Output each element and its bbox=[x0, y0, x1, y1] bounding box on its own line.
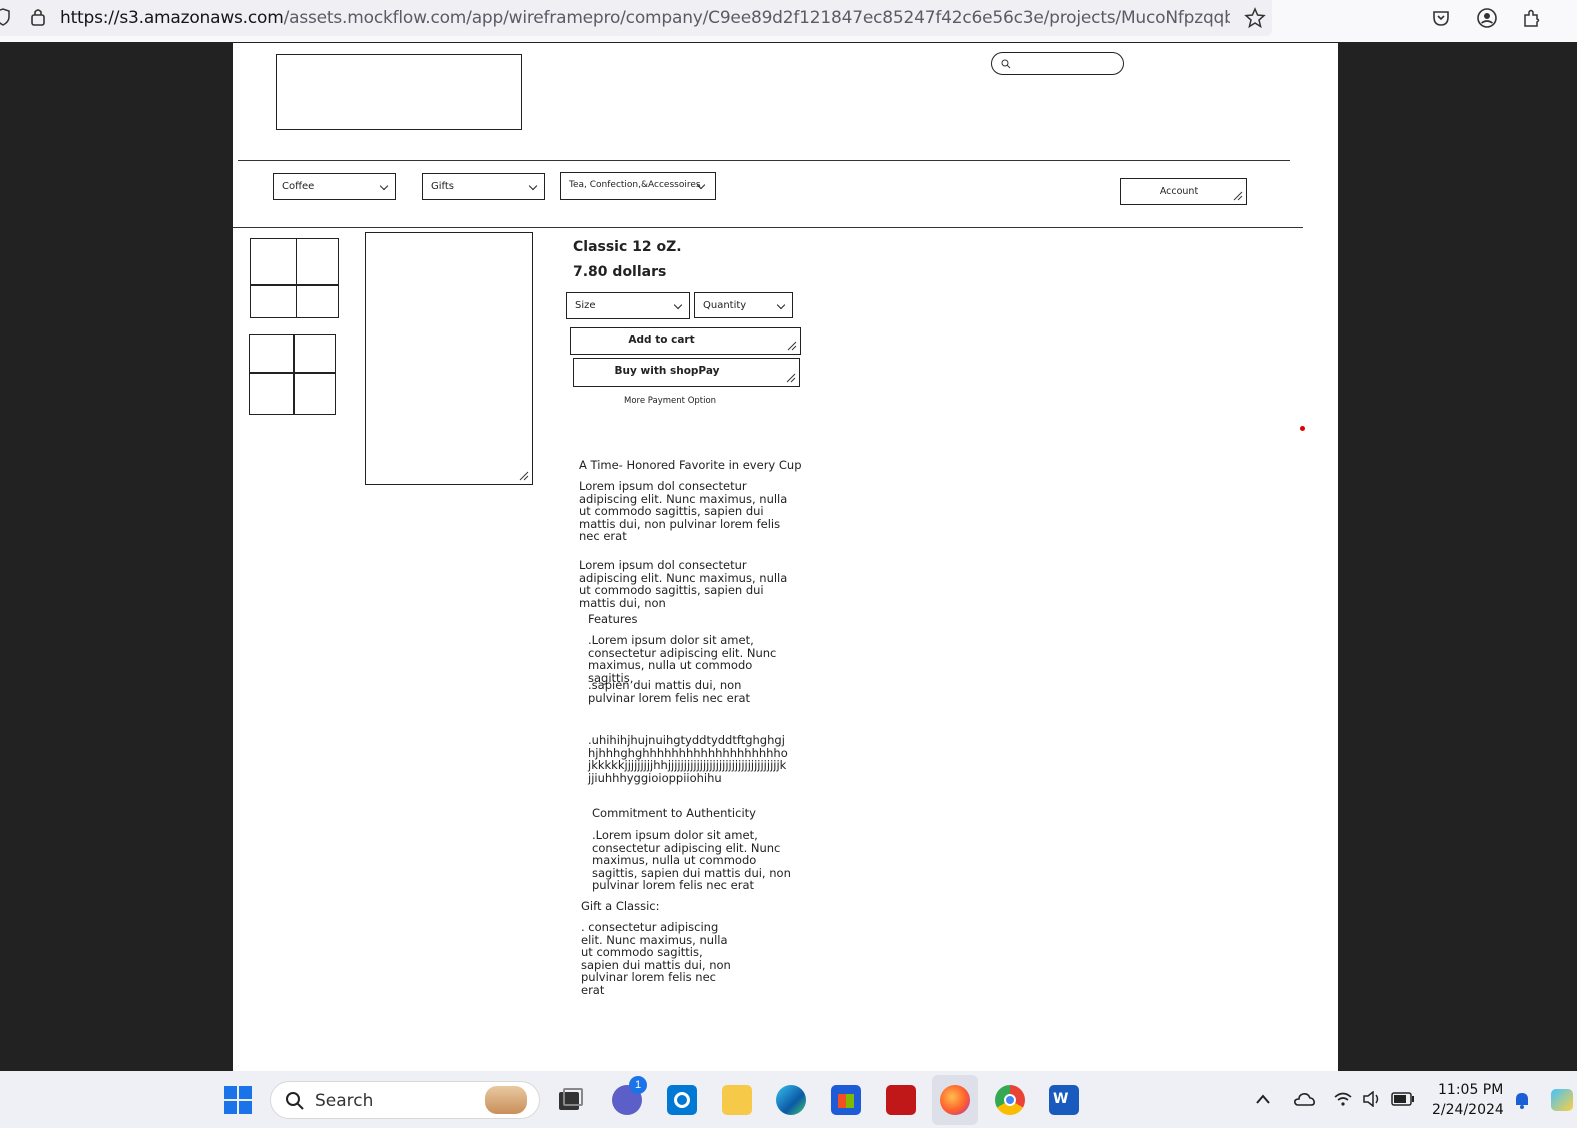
chevron-down-icon bbox=[673, 300, 683, 310]
product-title: Classic 12 oZ. bbox=[573, 239, 682, 255]
quantity-dropdown-label: Quantity bbox=[703, 300, 747, 311]
shield-icon[interactable] bbox=[0, 8, 10, 26]
extensions-icon[interactable] bbox=[1521, 7, 1543, 29]
feature-item: .Lorem ipsum dolor sit amet, consectetur… bbox=[588, 633, 777, 685]
gifts-dropdown[interactable]: Gifts bbox=[422, 173, 545, 200]
buy-with-shoppay-button[interactable]: Buy with shopPay bbox=[573, 358, 800, 387]
account-button[interactable]: Account bbox=[1120, 178, 1247, 205]
add-to-cart-label: Add to cart bbox=[628, 334, 695, 346]
url-text[interactable]: https://s3.amazonaws.com/assets.mockflow… bbox=[60, 8, 1230, 28]
cortana-icon[interactable] bbox=[667, 1085, 697, 1115]
resize-handle-icon bbox=[787, 341, 797, 351]
product-main-image bbox=[365, 232, 533, 485]
chevron-down-icon bbox=[379, 181, 389, 191]
notification-bell-icon[interactable] bbox=[1512, 1090, 1532, 1110]
account-icon[interactable] bbox=[1476, 7, 1498, 29]
feature-item: .sapien dui mattis dui, non pulvinar lor… bbox=[588, 678, 751, 705]
teams-chat-icon[interactable]: 1 bbox=[612, 1076, 647, 1115]
notification-badge: 1 bbox=[629, 1076, 647, 1094]
quantity-dropdown[interactable]: Quantity bbox=[694, 292, 793, 318]
product-thumbnail[interactable] bbox=[250, 238, 339, 318]
description-paragraph: Lorem ipsum dol consectetur adipiscing e… bbox=[579, 479, 788, 543]
clock-date[interactable]: 2/24/2024 bbox=[1432, 1102, 1504, 1118]
features-heading: Features bbox=[588, 612, 638, 626]
description-heading: A Time- Honored Favorite in every Cup bbox=[579, 458, 802, 472]
commitment-text: .Lorem ipsum dolor sit amet, consectetur… bbox=[592, 829, 791, 892]
nav-divider bbox=[233, 227, 1303, 228]
pocket-icon[interactable] bbox=[1431, 8, 1451, 28]
account-button-label: Account bbox=[1159, 186, 1199, 197]
url-path: /assets.mockflow.com/app/wireframepro/co… bbox=[283, 8, 1230, 28]
red-dot-marker bbox=[1300, 426, 1305, 431]
chevron-up-icon[interactable] bbox=[1255, 1093, 1271, 1105]
gift-heading: Gift a Classic: bbox=[581, 899, 660, 913]
product-price: 7.80 dollars bbox=[573, 264, 667, 280]
tea-dropdown[interactable]: Tea, Confection,&Accessoires bbox=[560, 172, 716, 200]
product-thumbnail[interactable] bbox=[249, 334, 336, 415]
volume-icon[interactable] bbox=[1362, 1091, 1382, 1107]
taskbar: Search 1 W 11:05 PM 2/24/2024 bbox=[0, 1071, 1577, 1128]
header-divider bbox=[238, 160, 1290, 161]
search-icon bbox=[1001, 59, 1011, 69]
edge-icon[interactable] bbox=[776, 1085, 806, 1115]
search-highlight-icon bbox=[485, 1086, 527, 1114]
size-dropdown[interactable]: Size bbox=[566, 292, 690, 319]
task-view-icon[interactable] bbox=[556, 1085, 586, 1115]
firefox-icon[interactable] bbox=[940, 1085, 970, 1115]
url-host: https://s3.amazonaws.com bbox=[60, 8, 284, 28]
description-paragraph: Lorem ipsum dol consectetur adipiscing e… bbox=[579, 558, 788, 610]
file-explorer-icon[interactable] bbox=[722, 1085, 752, 1115]
resize-handle-icon bbox=[786, 373, 796, 383]
coffee-dropdown[interactable]: Coffee bbox=[273, 173, 396, 200]
search-icon bbox=[286, 1092, 304, 1110]
chevron-down-icon bbox=[528, 181, 538, 191]
feature-item: .uhihihjhujnuihgtyddtyddtftghghgjhjhhhgh… bbox=[588, 733, 788, 785]
notification-badge-count: 1 bbox=[634, 1079, 642, 1091]
browser-toolbar: https://s3.amazonaws.com/assets.mockflow… bbox=[0, 0, 1577, 42]
clock-time[interactable]: 11:05 PM bbox=[1438, 1082, 1503, 1098]
bookmark-star-icon[interactable] bbox=[1244, 7, 1266, 29]
coffee-dropdown-label: Coffee bbox=[282, 181, 315, 192]
battery-icon[interactable] bbox=[1391, 1092, 1415, 1106]
store-icon[interactable] bbox=[831, 1085, 861, 1115]
resize-handle-icon bbox=[1233, 191, 1243, 201]
copilot-icon[interactable] bbox=[1551, 1089, 1573, 1111]
gift-text: . consectetur adipiscing elit. Nunc maxi… bbox=[581, 920, 731, 997]
resize-handle-icon bbox=[519, 471, 529, 481]
chevron-down-icon bbox=[776, 300, 786, 310]
lock-icon[interactable] bbox=[30, 7, 46, 27]
more-payment-options-link[interactable]: More Payment Option bbox=[624, 396, 716, 406]
taskbar-search-label: Search bbox=[315, 1091, 374, 1111]
tea-dropdown-label: Tea, Confection,&Accessoires bbox=[569, 180, 701, 190]
address-bar[interactable]: https://s3.amazonaws.com/assets.mockflow… bbox=[0, 0, 1272, 36]
size-dropdown-label: Size bbox=[575, 300, 596, 311]
gifts-dropdown-label: Gifts bbox=[431, 181, 455, 192]
windows-start-icon[interactable] bbox=[224, 1086, 252, 1114]
taskbar-search[interactable]: Search bbox=[270, 1081, 540, 1119]
buy-with-shoppay-label: Buy with shopPay bbox=[614, 365, 720, 377]
mcafee-icon[interactable] bbox=[886, 1085, 916, 1115]
commitment-heading: Commitment to Authenticity bbox=[592, 806, 756, 820]
add-to-cart-button[interactable]: Add to cart bbox=[570, 327, 801, 355]
wifi-icon[interactable] bbox=[1333, 1091, 1353, 1107]
onedrive-cloud-icon[interactable] bbox=[1292, 1091, 1316, 1107]
search-input[interactable] bbox=[991, 52, 1124, 75]
logo-placeholder bbox=[276, 54, 522, 130]
word-icon[interactable]: W bbox=[1049, 1085, 1079, 1115]
chrome-icon[interactable] bbox=[995, 1085, 1025, 1115]
wireframe-page: Coffee Gifts Tea, Confection,&Accessoire… bbox=[233, 43, 1338, 1071]
